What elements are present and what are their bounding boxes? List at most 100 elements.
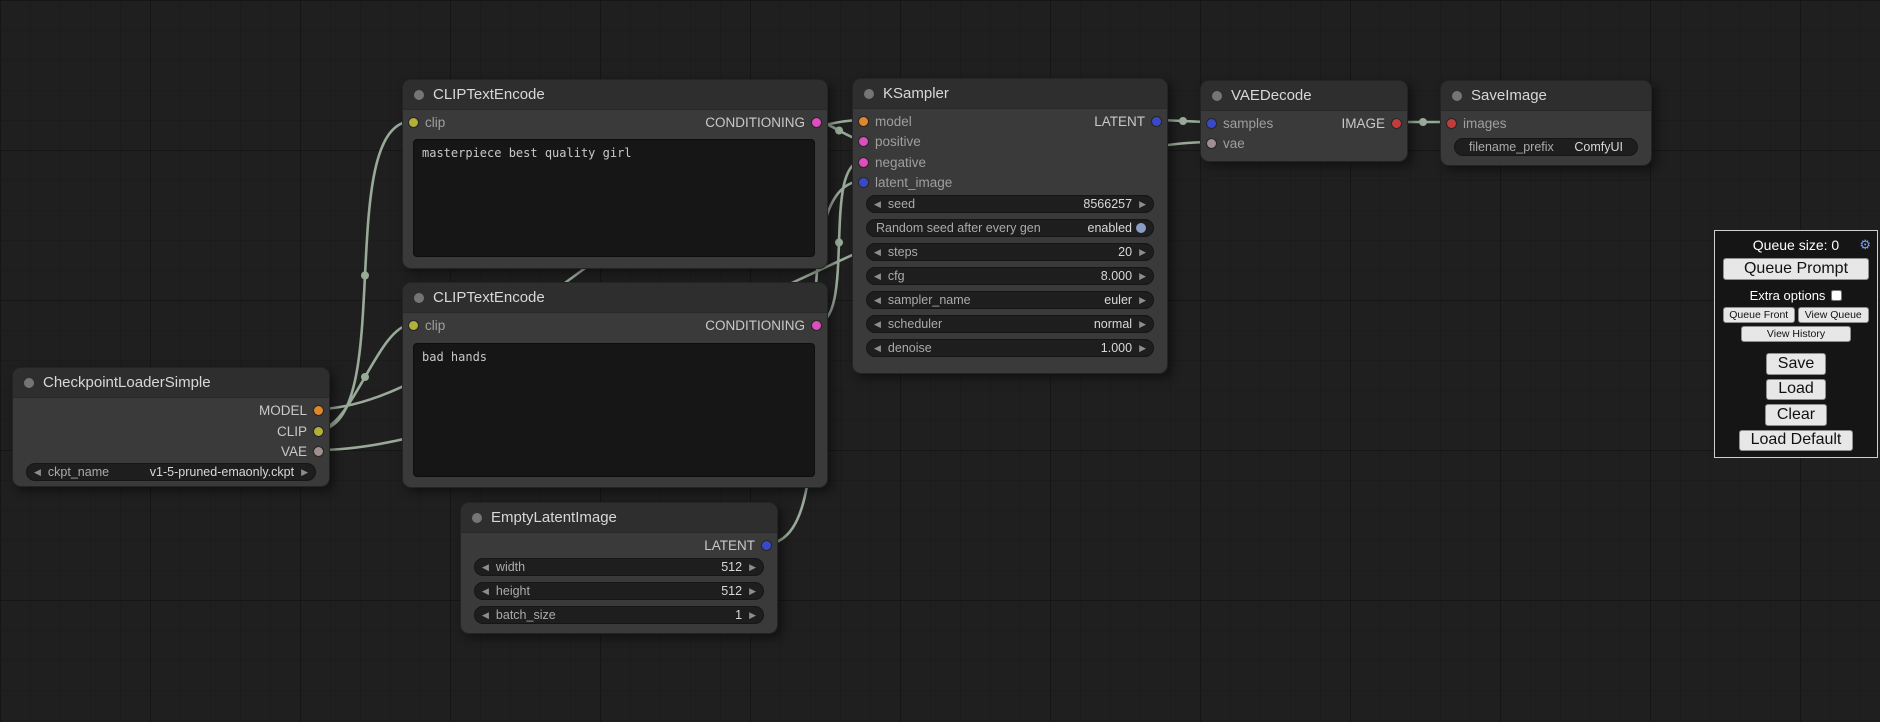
widget-denoise[interactable]: ◀ denoise 1.000 ▶ <box>866 339 1154 357</box>
decrement-arrow-icon[interactable]: ◀ <box>482 587 489 596</box>
load-button[interactable]: Load <box>1766 379 1826 401</box>
image-slot-dot[interactable] <box>1447 119 1456 128</box>
widget-steps[interactable]: ◀ steps 20 ▶ <box>866 243 1154 261</box>
decrement-arrow-icon[interactable]: ◀ <box>874 200 881 209</box>
clip-slot-dot[interactable] <box>314 427 323 436</box>
settings-gear-icon[interactable]: ⚙ <box>1859 237 1871 253</box>
node-cliptextencode-negative[interactable]: CLIPTextEncode clip CONDITIONING bad han… <box>402 282 828 488</box>
increment-arrow-icon[interactable]: ▶ <box>1139 248 1146 257</box>
increment-arrow-icon[interactable]: ▶ <box>1139 344 1146 353</box>
conditioning-slot-dot[interactable] <box>812 118 821 127</box>
node-title-bar[interactable]: SaveImage <box>1441 81 1651 111</box>
node-title-bar[interactable]: VAEDecode <box>1201 81 1407 111</box>
view-queue-button[interactable]: View Queue <box>1798 307 1870 323</box>
increment-arrow-icon[interactable]: ▶ <box>1139 200 1146 209</box>
input-slot-clip[interactable]: clip <box>409 114 445 130</box>
toggle-indicator-icon[interactable] <box>1136 223 1146 233</box>
clear-button[interactable]: Clear <box>1765 404 1827 426</box>
conditioning-slot-dot[interactable] <box>859 158 868 167</box>
node-saveimage[interactable]: SaveImage images filename_prefix ComfyUI <box>1440 80 1652 166</box>
widget-ckpt-name[interactable]: ◀ ckpt_name v1-5-pruned-emaonly.ckpt ▶ <box>26 463 316 481</box>
collapse-dot-icon[interactable] <box>414 90 424 100</box>
clip-slot-dot[interactable] <box>409 118 418 127</box>
input-slot-vae[interactable]: vae <box>1207 135 1245 151</box>
load-default-button[interactable]: Load Default <box>1739 430 1854 452</box>
output-slot-model[interactable]: MODEL <box>259 402 323 418</box>
widget-seed[interactable]: ◀ seed 8566257 ▶ <box>866 195 1154 213</box>
increment-arrow-icon[interactable]: ▶ <box>1139 320 1146 329</box>
conditioning-slot-dot[interactable] <box>859 137 868 146</box>
collapse-dot-icon[interactable] <box>414 293 424 303</box>
node-vaedecode[interactable]: VAEDecode samples vae IMAGE <box>1200 80 1408 162</box>
input-slot-images[interactable]: images <box>1447 115 1507 131</box>
collapse-dot-icon[interactable] <box>1452 91 1462 101</box>
node-cliptextencode-positive[interactable]: CLIPTextEncode clip CONDITIONING masterp… <box>402 79 828 269</box>
output-slot-image[interactable]: IMAGE <box>1341 115 1401 131</box>
view-history-button[interactable]: View History <box>1741 326 1851 342</box>
node-title-bar[interactable]: CLIPTextEncode <box>403 80 827 110</box>
output-slot-conditioning[interactable]: CONDITIONING <box>705 114 821 130</box>
image-slot-dot[interactable] <box>1392 119 1401 128</box>
collapse-dot-icon[interactable] <box>24 378 34 388</box>
increment-arrow-icon[interactable]: ▶ <box>1139 272 1146 281</box>
increment-arrow-icon[interactable]: ▶ <box>749 587 756 596</box>
widget-cfg[interactable]: ◀ cfg 8.000 ▶ <box>866 267 1154 285</box>
node-title-bar[interactable]: EmptyLatentImage <box>461 503 777 533</box>
node-emptylatentimage[interactable]: EmptyLatentImage LATENT ◀ width 512 ▶ ◀ … <box>460 502 778 634</box>
input-slot-model[interactable]: model <box>859 113 912 129</box>
decrement-arrow-icon[interactable]: ◀ <box>874 320 881 329</box>
negative-prompt-textarea[interactable]: bad hands <box>413 343 815 477</box>
latent-slot-dot[interactable] <box>762 541 771 550</box>
increment-arrow-icon[interactable]: ▶ <box>301 468 308 477</box>
decrement-arrow-icon[interactable]: ◀ <box>874 272 881 281</box>
output-slot-latent[interactable]: LATENT <box>1094 113 1161 129</box>
queue-prompt-button[interactable]: Queue Prompt <box>1723 258 1869 280</box>
decrement-arrow-icon[interactable]: ◀ <box>874 248 881 257</box>
decrement-arrow-icon[interactable]: ◀ <box>34 468 41 477</box>
output-slot-conditioning[interactable]: CONDITIONING <box>705 317 821 333</box>
save-button[interactable]: Save <box>1766 353 1826 375</box>
decrement-arrow-icon[interactable]: ◀ <box>874 296 881 305</box>
widget-batch-size[interactable]: ◀ batch_size 1 ▶ <box>474 606 764 624</box>
positive-prompt-textarea[interactable]: masterpiece best quality girl <box>413 139 815 257</box>
node-graph-canvas[interactable]: CheckpointLoaderSimple MODEL CLIP VAE ◀ … <box>0 0 1880 722</box>
output-slot-clip[interactable]: CLIP <box>277 423 323 439</box>
increment-arrow-icon[interactable]: ▶ <box>749 611 756 620</box>
node-title-bar[interactable]: CLIPTextEncode <box>403 283 827 313</box>
input-slot-latent-image[interactable]: latent_image <box>859 174 952 190</box>
latent-slot-dot[interactable] <box>1207 119 1216 128</box>
vae-slot-dot[interactable] <box>314 447 323 456</box>
output-slot-vae[interactable]: VAE <box>281 443 323 459</box>
decrement-arrow-icon[interactable]: ◀ <box>482 563 489 572</box>
model-slot-dot[interactable] <box>314 406 323 415</box>
widget-random-seed-toggle[interactable]: Random seed after every gen enabled <box>866 219 1154 237</box>
node-checkpointloadersimple[interactable]: CheckpointLoaderSimple MODEL CLIP VAE ◀ … <box>12 367 330 487</box>
widget-scheduler[interactable]: ◀ scheduler normal ▶ <box>866 315 1154 333</box>
extra-options-checkbox[interactable] <box>1831 290 1842 301</box>
conditioning-slot-dot[interactable] <box>812 321 821 330</box>
node-title-bar[interactable]: CheckpointLoaderSimple <box>13 368 329 398</box>
widget-height[interactable]: ◀ height 512 ▶ <box>474 582 764 600</box>
collapse-dot-icon[interactable] <box>864 89 874 99</box>
decrement-arrow-icon[interactable]: ◀ <box>874 344 881 353</box>
increment-arrow-icon[interactable]: ▶ <box>749 563 756 572</box>
node-title-bar[interactable]: KSampler <box>853 79 1167 109</box>
input-slot-samples[interactable]: samples <box>1207 115 1273 131</box>
input-slot-negative[interactable]: negative <box>859 154 926 170</box>
widget-filename-prefix[interactable]: filename_prefix ComfyUI <box>1454 138 1638 156</box>
increment-arrow-icon[interactable]: ▶ <box>1139 296 1146 305</box>
widget-sampler-name[interactable]: ◀ sampler_name euler ▶ <box>866 291 1154 309</box>
input-slot-clip[interactable]: clip <box>409 317 445 333</box>
latent-slot-dot[interactable] <box>859 178 868 187</box>
latent-slot-dot[interactable] <box>1152 117 1161 126</box>
decrement-arrow-icon[interactable]: ◀ <box>482 611 489 620</box>
collapse-dot-icon[interactable] <box>1212 91 1222 101</box>
input-slot-positive[interactable]: positive <box>859 133 921 149</box>
widget-width[interactable]: ◀ width 512 ▶ <box>474 558 764 576</box>
collapse-dot-icon[interactable] <box>472 513 482 523</box>
queue-front-button[interactable]: Queue Front <box>1723 307 1795 323</box>
model-slot-dot[interactable] <box>859 117 868 126</box>
vae-slot-dot[interactable] <box>1207 139 1216 148</box>
node-ksampler[interactable]: KSampler model positive negative latent_… <box>852 78 1168 374</box>
clip-slot-dot[interactable] <box>409 321 418 330</box>
